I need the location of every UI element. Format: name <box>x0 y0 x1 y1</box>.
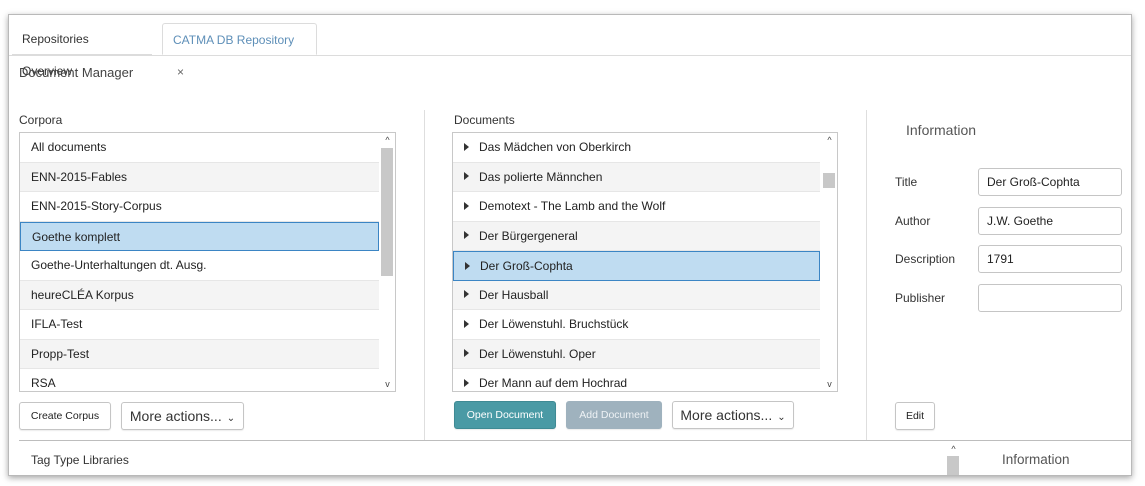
publisher-field[interactable] <box>978 284 1122 312</box>
chevron-down-icon: ⌄ <box>777 412 786 423</box>
corpora-label: Corpora <box>19 113 63 127</box>
expand-caret-icon[interactable] <box>464 172 469 181</box>
scroll-thumb[interactable] <box>947 456 959 475</box>
information-title: Information <box>906 122 977 138</box>
description-label: Description <box>895 252 956 266</box>
expand-caret-icon[interactable] <box>464 319 469 328</box>
corpus-list-item[interactable]: RSA <box>20 369 379 391</box>
scroll-thumb[interactable] <box>823 173 835 188</box>
corpus-list-item[interactable]: ENN-2015-Fables <box>20 162 379 192</box>
corpus-list-item[interactable]: Propp-Test <box>20 339 379 369</box>
corpora-list[interactable]: RSA Propp-Test IFLA-Test heureCLÉA Korpus Go… <box>19 132 396 392</box>
button-label: Create Corpus <box>30 410 100 422</box>
list-item-label: ENN-2015-Fables <box>31 169 128 184</box>
document-list-item[interactable]: Das Mädchen von Oberkirch <box>453 133 820 163</box>
list-item-label: Das polierte Männchen <box>479 169 603 184</box>
tab-bar: Repositories Overview CATMA DB Repositor… <box>9 15 1131 79</box>
add-document-button[interactable]: Add Document <box>566 401 662 429</box>
close-icon[interactable]: × <box>177 65 184 79</box>
list-item-label: heureCLÉA Korpus <box>31 287 134 302</box>
document-list-item[interactable]: Der Groß-Cophta <box>453 251 820 281</box>
button-label: Open Document <box>466 409 544 421</box>
list-item-label: Propp-Test <box>31 346 90 361</box>
expand-caret-icon[interactable] <box>465 261 470 270</box>
description-field[interactable]: 1791 <box>978 245 1122 273</box>
list-item-label: Der Groß-Cophta <box>480 259 573 273</box>
section-divider <box>19 440 1131 441</box>
list-item-label: Das Mädchen von Oberkirch <box>479 140 632 154</box>
corpus-list-item[interactable]: Goethe-Unterhaltungen dt. Ausg. <box>20 251 379 281</box>
app-window: Repositories Overview CATMA DB Repositor… <box>8 14 1132 476</box>
document-list-item[interactable]: Der Hausball <box>453 280 820 310</box>
scroll-up-arrow-icon[interactable]: ^ <box>380 134 395 146</box>
expand-caret-icon[interactable] <box>464 201 469 210</box>
author-field[interactable]: J.W. Goethe <box>978 207 1122 235</box>
tag-libraries-information-title: Information <box>1002 452 1070 467</box>
scroll-down-arrow-icon[interactable]: v <box>822 378 837 390</box>
documents-label: Documents <box>454 113 515 127</box>
expand-caret-icon[interactable] <box>464 142 469 151</box>
column-divider <box>424 110 425 440</box>
documents-more-actions-button[interactable]: More actions... ⌄ <box>672 401 794 429</box>
expand-caret-icon[interactable] <box>464 378 469 387</box>
open-document-button[interactable]: Open Document <box>454 401 556 429</box>
corpora-scrollbar[interactable]: ^ v <box>380 133 395 391</box>
edit-button[interactable]: Edit <box>895 402 935 430</box>
create-corpus-button[interactable]: Create Corpus <box>19 402 111 430</box>
expand-caret-icon[interactable] <box>464 290 469 299</box>
document-list-item[interactable]: Der Löwenstuhl. Bruchstück <box>453 310 820 340</box>
publisher-label: Publisher <box>895 291 946 305</box>
corpora-more-actions-button[interactable]: More actions... ⌄ <box>121 402 244 430</box>
corpus-list-item[interactable]: heureCLÉA Korpus <box>20 280 379 310</box>
list-item-label: Goethe komplett <box>32 229 121 244</box>
button-label: Edit <box>905 410 925 422</box>
corpus-list-item[interactable]: IFLA-Test <box>20 310 379 340</box>
expand-caret-icon[interactable] <box>464 349 469 358</box>
scroll-thumb[interactable] <box>381 148 393 276</box>
scroll-up-arrow-icon[interactable]: ^ <box>822 134 837 146</box>
document-list-item[interactable]: Der Mann auf dem Hochrad <box>453 369 820 391</box>
list-item-label: Der Bürgergeneral <box>479 228 578 243</box>
page-title: Document Manager <box>19 65 134 80</box>
tag-type-libraries-label: Tag Type Libraries <box>31 453 129 467</box>
list-item-label: Der Hausball <box>479 287 549 302</box>
list-item-label: All documents <box>31 140 107 154</box>
tab-label: CATMA DB Repository <box>173 33 295 47</box>
expand-caret-icon[interactable] <box>464 231 469 240</box>
list-item-label: Der Löwenstuhl. Bruchstück <box>479 317 629 331</box>
corpus-list-item[interactable]: All documents <box>20 133 379 163</box>
tab-repositories-overview[interactable]: Repositories Overview <box>12 23 152 78</box>
document-list-item[interactable]: Der Bürgergeneral <box>453 221 820 251</box>
corpus-list-item[interactable]: ENN-2015-Story-Corpus <box>20 192 379 222</box>
list-item-label: Der Mann auf dem Hochrad <box>479 376 628 390</box>
button-label: More actions... <box>129 408 222 424</box>
document-list-item[interactable]: Das polierte Männchen <box>453 162 820 192</box>
author-label: Author <box>895 214 931 228</box>
document-list-item[interactable]: Demotext - The Lamb and the Wolf <box>453 192 820 222</box>
title-field[interactable]: Der Groß-Cophta <box>978 168 1122 196</box>
list-item-label: Goethe-Unterhaltungen dt. Ausg. <box>31 258 207 272</box>
tag-libraries-scrollbar[interactable]: ^ <box>946 442 960 475</box>
column-divider <box>866 110 867 440</box>
list-item-label: IFLA-Test <box>31 317 83 331</box>
button-label: Add Document <box>579 409 649 421</box>
list-item-label: Demotext - The Lamb and the Wolf <box>479 199 666 213</box>
documents-list[interactable]: Der Mann auf dem Hochrad Der Löwenstuhl. … <box>452 132 838 392</box>
chevron-down-icon: ⌄ <box>226 413 236 424</box>
title-label: Title <box>895 175 918 189</box>
list-item-label: RSA <box>31 376 56 390</box>
list-item-label: ENN-2015-Story-Corpus <box>31 199 162 213</box>
document-list-item[interactable]: Der Löwenstuhl. Oper <box>453 339 820 369</box>
scroll-up-arrow-icon[interactable]: ^ <box>946 443 961 455</box>
tab-catma-db-repository[interactable]: CATMA DB Repository × <box>162 23 317 79</box>
corpus-list-item[interactable]: Goethe komplett <box>20 221 379 251</box>
scroll-down-arrow-icon[interactable]: v <box>380 378 395 390</box>
button-label: More actions... <box>680 407 773 423</box>
list-item-label: Der Löwenstuhl. Oper <box>479 346 596 361</box>
documents-scrollbar[interactable]: ^ v <box>822 133 837 391</box>
